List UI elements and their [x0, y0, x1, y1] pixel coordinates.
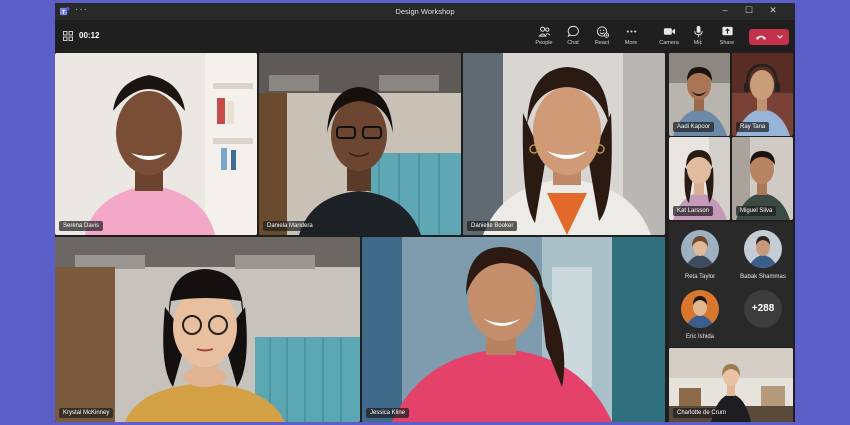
- roster-item-reta[interactable]: Reta Taylor: [670, 230, 730, 280]
- leave-call-button[interactable]: [749, 29, 789, 45]
- chat-button[interactable]: Chat: [558, 24, 588, 50]
- more-label: More: [624, 40, 638, 46]
- video-tile-ray[interactable]: Ray Tana: [732, 53, 793, 136]
- video-tile-miguel[interactable]: Miguel Silva: [732, 137, 793, 220]
- react-label: React: [594, 40, 610, 46]
- participant-name: Serena Davis: [59, 221, 104, 231]
- chat-label: Chat: [567, 40, 579, 46]
- video-tile-serena[interactable]: Serena Davis: [55, 53, 257, 235]
- share-button[interactable]: Share: [712, 24, 742, 50]
- participant-name: Danielle Booker: [467, 221, 518, 231]
- video-tile-danielle[interactable]: Danielle Booker: [463, 53, 665, 235]
- participant-name: Krystal McKinney: [59, 408, 114, 418]
- close-icon[interactable]: ✕: [766, 5, 780, 16]
- more-button[interactable]: More: [616, 24, 646, 50]
- camera-label: Camera: [659, 40, 679, 46]
- roster-item-eric[interactable]: Eric Ishida: [670, 290, 730, 340]
- camera-icon: [663, 28, 675, 35]
- more-participants-button[interactable]: +288: [733, 290, 793, 328]
- share-label: Share: [719, 40, 735, 46]
- mic-button[interactable]: Mic: [683, 24, 713, 50]
- roster-item-babak[interactable]: Babak Shammas: [733, 230, 793, 280]
- roster-name: Babak Shammas: [740, 274, 786, 280]
- people-button[interactable]: People: [529, 24, 559, 50]
- people-label: People: [535, 40, 553, 46]
- participant-name: Ray Tana: [736, 122, 770, 132]
- react-button[interactable]: React: [587, 24, 617, 50]
- participant-video: [55, 237, 360, 422]
- microphone-icon: [693, 25, 703, 38]
- minimize-icon[interactable]: –: [718, 5, 732, 15]
- chevron-down-icon[interactable]: [776, 32, 784, 42]
- call-timer: 00:12: [79, 31, 100, 40]
- participant-name: Daniela Mandera: [263, 221, 317, 231]
- video-tile-aadi[interactable]: Aadi Kapoor: [669, 53, 730, 136]
- meeting-toolbar: 00:12 People Chat React More Camera Mic …: [55, 20, 795, 53]
- camera-button[interactable]: Camera: [654, 24, 684, 50]
- title-bar: T ··· Design Workshop – ☐ ✕: [55, 3, 795, 20]
- layout-grid-icon[interactable]: [63, 31, 73, 41]
- video-tile-jessica[interactable]: Jessica Kline: [362, 237, 665, 422]
- avatar: [681, 230, 719, 268]
- participant-video: [55, 53, 257, 235]
- participant-roster: Reta Taylor Babak Shammas Eric Ishida +2…: [669, 222, 793, 347]
- roster-name: Reta Taylor: [684, 274, 716, 280]
- video-tile-kat[interactable]: Kat Larsson: [669, 137, 730, 220]
- video-tile-krystal[interactable]: Krystal McKinney: [55, 237, 360, 422]
- participant-name: Aadi Kapoor: [673, 122, 715, 132]
- participant-name: Jessica Kline: [366, 408, 410, 418]
- avatar: [681, 290, 719, 328]
- more-icon: [626, 30, 636, 33]
- teams-meeting-window: T ··· Design Workshop – ☐ ✕ 00:12 People: [55, 3, 795, 422]
- video-tile-daniela[interactable]: Daniela Mandera: [259, 53, 461, 235]
- participant-name: Kat Larsson: [673, 206, 714, 216]
- react-icon: [596, 26, 609, 38]
- share-screen-icon: [721, 26, 733, 36]
- window-title: Design Workshop: [395, 7, 455, 16]
- maximize-icon[interactable]: ☐: [742, 5, 756, 16]
- mic-label: Mic: [693, 40, 703, 46]
- overflow-count: +288: [744, 290, 782, 328]
- video-tile-charlotte[interactable]: Charlotte de Crum: [669, 348, 793, 422]
- chat-icon: [567, 25, 579, 38]
- participant-name: Charlotte de Crum: [673, 408, 731, 418]
- participant-video: [362, 237, 665, 422]
- roster-name: Eric Ishida: [685, 334, 714, 340]
- participant-video: [463, 53, 665, 235]
- participant-video: [259, 53, 461, 235]
- participant-name: Miguel Silva: [736, 206, 777, 216]
- avatar: [744, 230, 782, 268]
- hang-up-icon: [756, 35, 766, 40]
- people-icon: [537, 26, 550, 37]
